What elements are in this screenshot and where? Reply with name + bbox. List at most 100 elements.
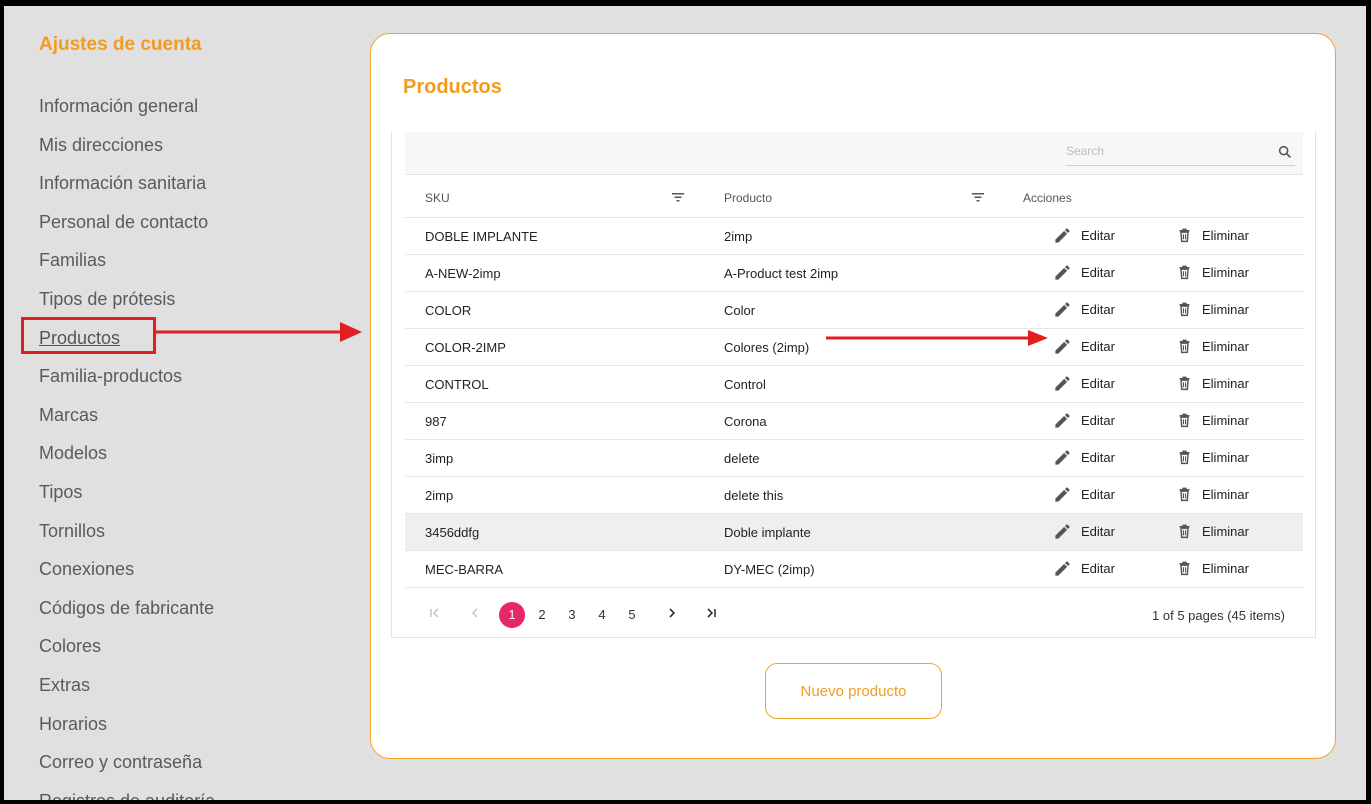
sidebar-item[interactable]: Colores [39,634,215,673]
annotation-arrow-edit [826,330,1048,346]
table-row[interactable]: CONTROL Control Editar Eliminar [405,366,1303,403]
sidebar-item[interactable]: Registros de auditoría [39,789,215,800]
sidebar-item[interactable]: Tornillos [39,519,215,558]
delete-button[interactable]: Eliminar [1176,226,1249,244]
table-row[interactable]: 2imp delete this Editar Eliminar [405,477,1303,514]
table-row[interactable]: DOBLE IMPLANTE 2imp Editar Eliminar [405,218,1303,255]
search-icon[interactable] [1277,144,1293,160]
prev-page-icon[interactable] [462,603,488,627]
page-number-button[interactable]: 1 [499,602,525,628]
edit-button[interactable]: Editar [1053,300,1115,319]
sidebar-item[interactable]: Mis direcciones [39,133,215,172]
delete-button[interactable]: Eliminar [1176,522,1249,540]
sidebar-item[interactable]: Códigos de fabricante [39,596,215,635]
edit-label: Editar [1081,413,1115,428]
sidebar-item[interactable]: Tipos [39,480,215,519]
trash-icon [1179,561,1190,576]
delete-label: Eliminar [1202,449,1249,465]
trash-icon [1179,339,1190,354]
pencil-icon [1055,561,1070,576]
pencil-icon [1055,265,1070,280]
page-number-button[interactable]: 5 [619,603,645,627]
edit-button[interactable]: Editar [1053,448,1115,467]
trash-icon [1179,487,1190,502]
table-row[interactable]: 987 Corona Editar Eliminar [405,403,1303,440]
page-number-button[interactable]: 3 [559,603,585,627]
edit-label: Editar [1081,339,1115,354]
sidebar-item[interactable]: Familia-productos [39,364,215,403]
pencil-icon [1055,450,1070,465]
trash-icon [1179,376,1190,391]
edit-button[interactable]: Editar [1053,411,1115,430]
next-page-icon[interactable] [659,603,685,627]
search-input[interactable] [1066,142,1266,158]
sidebar-item[interactable]: Marcas [39,403,215,442]
column-header-sku[interactable]: SKU [425,191,450,205]
sidebar-item[interactable]: Correo y contraseña [39,750,215,789]
sidebar-item[interactable]: Personal de contacto [39,210,215,249]
sidebar-item[interactable]: Familias [39,248,215,287]
delete-label: Eliminar [1202,227,1249,243]
sidebar-item[interactable]: Extras [39,673,215,712]
delete-label: Eliminar [1202,523,1249,539]
edit-button[interactable]: Editar [1053,226,1115,245]
page-title: Productos [403,76,502,98]
edit-button[interactable]: Editar [1053,485,1115,504]
trash-icon [1179,413,1190,428]
annotation-arrow-sidebar [154,322,362,342]
delete-button[interactable]: Eliminar [1176,559,1249,577]
edit-button[interactable]: Editar [1053,522,1115,541]
column-header-actions: Acciones [1023,191,1072,205]
delete-label: Eliminar [1202,486,1249,502]
page-number-button[interactable]: 2 [529,603,555,627]
cell-product: Doble implante [724,525,811,540]
sidebar-item[interactable]: Información general [39,94,215,133]
sidebar-nav: Información general Mis direcciones Inform… [39,94,215,800]
sidebar-item[interactable]: Información sanitaria [39,171,215,210]
new-product-button[interactable]: Nuevo producto [765,663,942,719]
cell-product: Colores (2imp) [724,340,810,355]
delete-button[interactable]: Eliminar [1176,411,1249,429]
pagination-info: 1 of 5 pages (45 items) [1152,608,1285,623]
cell-sku: 3imp [425,451,454,466]
table-row[interactable]: COLOR Color Editar Eliminar [405,292,1303,329]
delete-button[interactable]: Eliminar [1176,374,1249,392]
sidebar-item[interactable]: Modelos [39,441,215,480]
pencil-icon [1055,339,1070,354]
delete-button[interactable]: Eliminar [1176,300,1249,318]
delete-button[interactable]: Eliminar [1176,485,1249,503]
cell-product: DY-MEC (2imp) [724,562,815,577]
trash-icon [1179,302,1190,317]
last-page-icon[interactable] [698,603,724,627]
trash-icon [1179,228,1190,243]
edit-label: Editar [1081,450,1115,465]
sidebar-item[interactable]: Horarios [39,712,215,751]
table-row[interactable]: A-NEW-2imp A-Product test 2imp Editar Elimi… [405,255,1303,292]
filter-icon-sku[interactable] [672,192,684,202]
table-row[interactable]: MEC-BARRA DY-MEC (2imp) Editar Eliminar [405,551,1303,588]
edit-button[interactable]: Editar [1053,374,1115,393]
edit-label: Editar [1081,265,1115,280]
first-page-icon[interactable] [422,603,448,627]
pencil-icon [1055,413,1070,428]
sidebar-item[interactable]: Conexiones [39,557,215,596]
page-number-button[interactable]: 4 [589,603,615,627]
delete-label: Eliminar [1202,375,1249,391]
pencil-icon [1055,376,1070,391]
column-header-product[interactable]: Producto [724,191,772,205]
table-row[interactable]: 3imp delete Editar Eliminar [405,440,1303,477]
edit-button[interactable]: Editar [1053,337,1115,356]
cell-sku: COLOR [425,303,472,318]
edit-button[interactable]: Editar [1053,263,1115,282]
edit-button[interactable]: Editar [1053,559,1115,578]
delete-button[interactable]: Eliminar [1176,448,1249,466]
cell-sku: A-NEW-2imp [425,266,501,281]
sidebar-title: Ajustes de cuenta [39,34,202,55]
delete-button[interactable]: Eliminar [1176,337,1249,355]
filter-icon-product[interactable] [972,192,984,202]
edit-label: Editar [1081,302,1115,317]
products-card: Productos SKU Producto [370,33,1336,759]
delete-button[interactable]: Eliminar [1176,263,1249,281]
table-row[interactable]: 3456ddfg Doble implante Editar Eliminar [405,514,1303,551]
annotation-highlight-box [21,317,156,354]
